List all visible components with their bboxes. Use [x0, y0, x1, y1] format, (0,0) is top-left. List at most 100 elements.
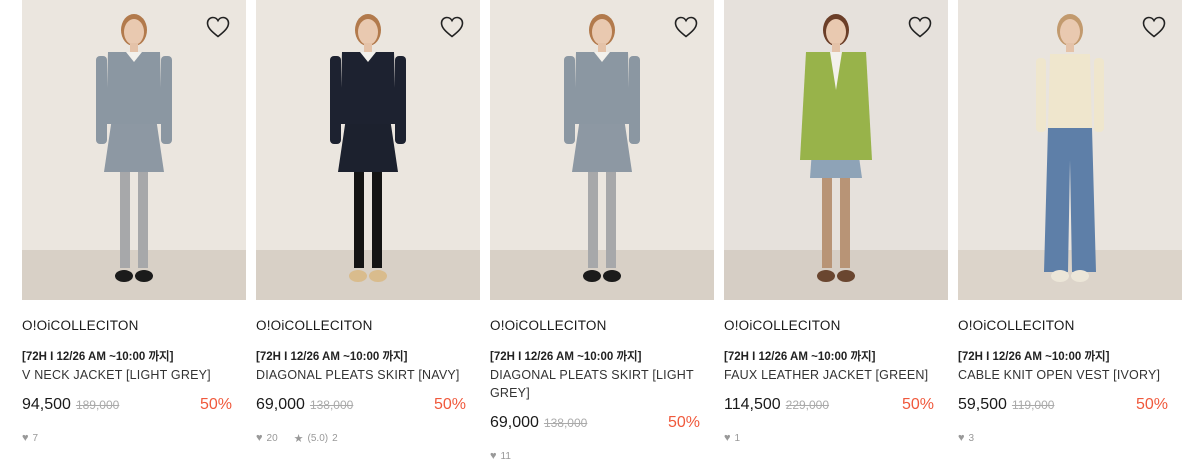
- price-row: 69,000 138,000 50%: [490, 414, 714, 436]
- floor: [490, 250, 714, 300]
- right-sleeve: [629, 56, 640, 144]
- heart-small-icon: ♥: [724, 432, 731, 444]
- promo-label: [72H I 12/26 AM ~10:00 까지]: [490, 351, 642, 363]
- sale-price: 59,500: [958, 396, 1007, 413]
- right-shoe: [1071, 270, 1089, 282]
- sale-price: 114,500: [724, 396, 781, 413]
- discount-rate: 50%: [901, 396, 934, 413]
- promo-label: [72H I 12/26 AM ~10:00 까지]: [958, 351, 1110, 363]
- left-shoe: [115, 270, 133, 282]
- product-meta: ♥ 7: [22, 432, 246, 444]
- product-name[interactable]: CABLE KNIT OPEN VEST [IVORY]: [958, 366, 1182, 384]
- heart-icon[interactable]: [1142, 16, 1166, 38]
- like-count: 11: [500, 450, 511, 462]
- left-shoe: [349, 270, 367, 282]
- neck: [832, 43, 840, 52]
- model-photo: [22, 0, 246, 300]
- face: [358, 19, 378, 45]
- left-sleeve: [1036, 58, 1046, 132]
- right-shoe: [369, 270, 387, 282]
- price-row: 69,000 138,000 50%: [256, 396, 480, 418]
- neck: [130, 43, 138, 52]
- brand-name[interactable]: O!OiCOLLECITON: [490, 318, 714, 334]
- product-image[interactable]: [256, 0, 480, 300]
- product-grid: O!OiCOLLECITON [72H I 12/26 AM ~10:00 까지…: [22, 0, 1182, 462]
- discount-rate: 50%: [667, 414, 700, 431]
- right-shoe: [135, 270, 153, 282]
- floor: [724, 250, 948, 300]
- sale-price: 94,500: [22, 396, 71, 413]
- product-meta: ♥ 20 ★ (5.0) 2: [256, 432, 480, 445]
- neck: [1066, 43, 1074, 52]
- floor: [958, 250, 1182, 300]
- product-card[interactable]: O!OiCOLLECITON [72H I 12/26 AM ~10:00 까지…: [22, 0, 246, 462]
- face: [592, 19, 612, 45]
- neck: [598, 43, 606, 52]
- model-photo: [958, 0, 1182, 300]
- original-price: 138,000: [543, 416, 588, 430]
- left-shoe: [1051, 270, 1069, 282]
- right-shoe: [603, 270, 621, 282]
- brand-name[interactable]: O!OiCOLLECITON: [958, 318, 1182, 334]
- skirt: [104, 118, 164, 172]
- like-count: 3: [968, 432, 975, 444]
- product-image[interactable]: [958, 0, 1182, 300]
- price-row: 94,500 189,000 50%: [22, 396, 246, 418]
- left-sleeve: [564, 56, 575, 144]
- product-image[interactable]: [22, 0, 246, 300]
- price-row: 114,500 229,000 50%: [724, 396, 948, 418]
- heart-icon[interactable]: [674, 16, 698, 38]
- model-photo: [724, 0, 948, 300]
- product-meta: ♥ 3: [958, 432, 1182, 444]
- product-name[interactable]: V NECK JACKET [LIGHT GREY]: [22, 366, 246, 384]
- discount-rate: 50%: [1135, 396, 1168, 413]
- model-photo: [490, 0, 714, 300]
- right-sleeve: [395, 56, 406, 144]
- product-meta: ♥ 11: [490, 450, 714, 462]
- product-card[interactable]: O!OiCOLLECITON [72H I 12/26 AM ~10:00 까지…: [256, 0, 480, 462]
- right-sleeve: [1094, 58, 1104, 132]
- product-name[interactable]: FAUX LEATHER JACKET [GREEN]: [724, 366, 948, 384]
- product-card[interactable]: O!OiCOLLECITON [72H I 12/26 AM ~10:00 까지…: [490, 0, 714, 462]
- heart-small-icon: ♥: [22, 432, 29, 444]
- like-count: 20: [266, 432, 278, 444]
- brand-name[interactable]: O!OiCOLLECITON: [256, 318, 480, 334]
- jacket: [574, 52, 630, 124]
- skirt: [572, 118, 632, 172]
- face: [826, 19, 846, 45]
- heart-icon[interactable]: [908, 16, 932, 38]
- star-icon: ★: [293, 432, 304, 445]
- vest: [1048, 54, 1092, 128]
- heart-small-icon: ♥: [958, 432, 965, 444]
- review-count: 2: [332, 432, 338, 444]
- face: [124, 19, 144, 45]
- product-meta: ♥ 1: [724, 432, 948, 444]
- right-shoe: [837, 270, 855, 282]
- face: [1060, 19, 1080, 45]
- original-price: 138,000: [309, 398, 354, 412]
- product-image[interactable]: [724, 0, 948, 300]
- left-sleeve: [330, 56, 341, 144]
- neck: [364, 43, 372, 52]
- jacket: [106, 52, 162, 124]
- product-image[interactable]: [490, 0, 714, 300]
- left-sleeve: [96, 56, 107, 144]
- product-name[interactable]: DIAGONAL PLEATS SKIRT [NAVY]: [256, 366, 480, 384]
- model-photo: [256, 0, 480, 300]
- promo-label: [72H I 12/26 AM ~10:00 까지]: [22, 351, 174, 363]
- brand-name[interactable]: O!OiCOLLECITON: [724, 318, 948, 334]
- promo-label: [72H I 12/26 AM ~10:00 까지]: [724, 351, 876, 363]
- promo-label: [72H I 12/26 AM ~10:00 까지]: [256, 351, 408, 363]
- discount-rate: 50%: [199, 396, 232, 413]
- sale-price: 69,000: [490, 414, 539, 431]
- product-card[interactable]: O!OiCOLLECITON [72H I 12/26 AM ~10:00 까지…: [958, 0, 1182, 462]
- product-card[interactable]: O!OiCOLLECITON [72H I 12/26 AM ~10:00 까지…: [724, 0, 948, 462]
- brand-name[interactable]: O!OiCOLLECITON: [22, 318, 246, 334]
- heart-icon[interactable]: [440, 16, 464, 38]
- heart-icon[interactable]: [206, 16, 230, 38]
- like-count: 1: [734, 432, 741, 444]
- left-shoe: [817, 270, 835, 282]
- product-name[interactable]: DIAGONAL PLEATS SKIRT [LIGHT GREY]: [490, 366, 714, 402]
- heart-small-icon: ♥: [256, 432, 263, 444]
- floor: [22, 250, 246, 300]
